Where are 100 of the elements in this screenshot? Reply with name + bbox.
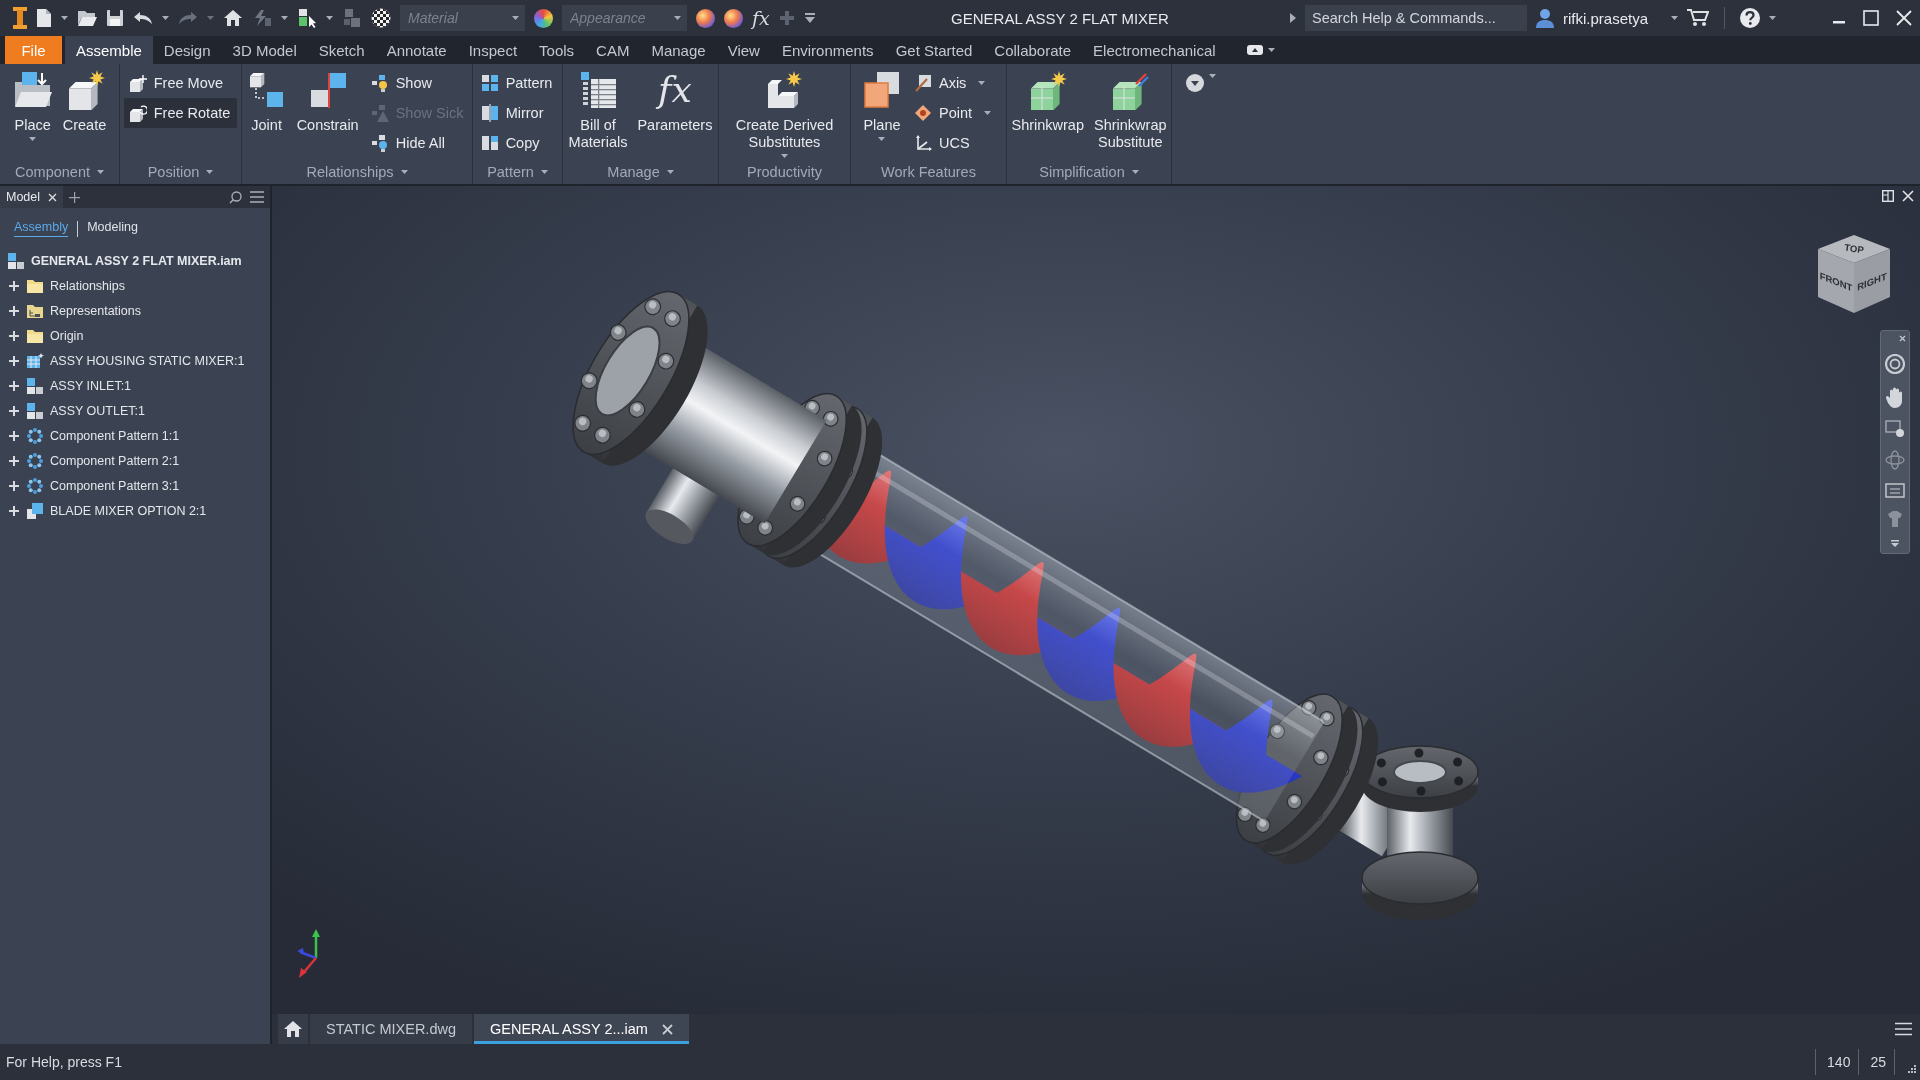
expand-icon[interactable] <box>8 429 20 442</box>
expand-icon[interactable] <box>8 379 20 392</box>
search-field[interactable]: Search Help & Commands... <box>1305 5 1527 31</box>
expand-icon[interactable] <box>8 479 20 492</box>
panel-title[interactable]: Relationships <box>242 160 472 184</box>
tree-item-label[interactable]: Component Pattern 1:1 <box>50 428 180 443</box>
search-icon[interactable] <box>229 190 242 204</box>
ribbon-tool-button[interactable]: Shrinkwrap <box>1008 68 1087 134</box>
expand-icon[interactable] <box>8 454 20 467</box>
material-dropdown[interactable]: Material <box>400 5 525 31</box>
color-sphere-icon[interactable] <box>724 8 743 28</box>
tree-item-label[interactable]: ASSY OUTLET:1 <box>50 403 145 418</box>
ribbon-tab[interactable]: Collaborate <box>983 36 1083 64</box>
rings-icon[interactable] <box>1885 354 1905 374</box>
ribbon-tab[interactable]: Get Started <box>884 36 984 64</box>
ribbon-tab[interactable]: View <box>716 36 771 64</box>
select-cursor-icon[interactable] <box>297 8 317 28</box>
help-icon[interactable] <box>1740 8 1761 28</box>
ribbon-tool-button[interactable]: Place <box>9 68 56 141</box>
caret-icon[interactable] <box>674 16 681 20</box>
tree-item-label[interactable]: ASSY HOUSING STATIC MIXER:1 <box>50 353 245 368</box>
tree-item-label[interactable]: Relationships <box>50 278 126 293</box>
ribbon-tab[interactable]: Manage <box>640 36 717 64</box>
restore-window-icon[interactable] <box>1882 190 1894 202</box>
customize-menu-icon[interactable] <box>803 12 816 24</box>
redo-icon[interactable] <box>178 11 198 25</box>
ribbon-tool-button[interactable]: Plane <box>858 68 905 141</box>
ribbon-tab[interactable]: Design <box>152 36 222 64</box>
expand-icon[interactable] <box>8 504 20 517</box>
open-folder-icon[interactable] <box>77 9 97 27</box>
ribbon-tool-button[interactable]: Show <box>365 68 471 98</box>
ribbon-tab[interactable]: Annotate <box>375 36 458 64</box>
ribbon-tool-button[interactable]: Joint <box>243 68 290 134</box>
caret-icon[interactable] <box>1769 16 1777 20</box>
user-name[interactable]: rifki.prasetya <box>1563 9 1649 27</box>
ribbon-tab[interactable]: Electromechanical <box>1082 36 1227 64</box>
ribbon-tool-button[interactable]: Hide All <box>365 128 471 158</box>
plus-icon[interactable] <box>69 191 81 203</box>
panel-title[interactable]: Position <box>120 160 241 184</box>
expand-icon[interactable] <box>8 279 20 292</box>
close-icon[interactable] <box>1899 335 1906 342</box>
maximize-icon[interactable] <box>1863 10 1879 26</box>
ribbon-tab[interactable]: Inspect <box>457 36 529 64</box>
orbit-icon[interactable] <box>1885 450 1905 470</box>
ribbon-tool-button[interactable]: fx Parameters <box>634 68 716 134</box>
ribbon-tool-button[interactable]: UCS <box>908 128 999 158</box>
ribbon-tab[interactable]: CAM <box>585 36 641 64</box>
ribbon-tool-button[interactable]: Free Rotate <box>123 98 238 128</box>
tree-item-label[interactable]: GENERAL ASSY 2 FLAT MIXER.iam <box>31 253 242 268</box>
hand-icon[interactable] <box>1885 386 1905 408</box>
close-icon[interactable] <box>48 192 58 202</box>
caret-icon[interactable] <box>1267 48 1275 52</box>
fx-icon[interactable]: fx <box>752 8 770 28</box>
document-tab[interactable]: GENERAL ASSY 2...iam <box>474 1014 689 1044</box>
new-file-icon[interactable] <box>36 8 52 28</box>
ribbon-tool-button[interactable]: Constrain <box>293 68 362 134</box>
tree-item-label[interactable]: Representations <box>50 303 142 318</box>
ribbon-tool-button[interactable]: Mirror <box>475 98 560 128</box>
ribbon-tool-button[interactable]: Shrinkwrap Substitute <box>1091 68 1170 151</box>
customize-menu-icon[interactable] <box>1891 540 1899 547</box>
tree-item-label[interactable]: Origin <box>50 328 84 343</box>
tree-item-label[interactable]: BLADE MIXER OPTION 2:1 <box>50 503 207 518</box>
ribbon-tool-button[interactable]: Free Move <box>123 68 238 98</box>
panel-title[interactable]: Simplification <box>1007 160 1171 184</box>
ribbon-tool-button[interactable]: Pattern <box>475 68 560 98</box>
ribbon-tool-button[interactable]: Copy <box>475 128 560 158</box>
save-icon[interactable] <box>106 9 124 27</box>
ribbon-tab[interactable]: 3D Model <box>221 36 308 64</box>
tree-item-label[interactable]: Component Pattern 3:1 <box>50 478 180 493</box>
menu-icon[interactable] <box>1895 1022 1912 1036</box>
caret-icon[interactable] <box>326 16 333 20</box>
home-icon[interactable] <box>223 9 243 27</box>
ribbon-tool-button[interactable]: Bill of Materials <box>565 68 631 151</box>
toggle-pill-icon[interactable] <box>1246 45 1263 55</box>
close-icon[interactable] <box>1902 190 1914 202</box>
ribbon-tab[interactable]: Tools <box>528 36 586 64</box>
ribbon-tool-button[interactable]: Create <box>59 68 110 134</box>
undo-icon[interactable] <box>133 11 153 25</box>
document-tab[interactable]: STATIC MIXER.dwg <box>310 1014 472 1044</box>
ribbon-tab[interactable]: Assemble <box>65 36 153 64</box>
browser-view-tab[interactable]: Modeling <box>87 220 138 237</box>
panel-title[interactable]: Pattern <box>473 160 562 184</box>
tree-item-label[interactable]: Component Pattern 2:1 <box>50 453 180 468</box>
shirt-icon[interactable] <box>1886 510 1904 528</box>
cart-icon[interactable] <box>1687 9 1710 27</box>
dropdown-circle-icon[interactable] <box>1186 74 1204 92</box>
caret-icon[interactable] <box>1671 16 1679 20</box>
frame-dot-icon[interactable] <box>1885 420 1905 438</box>
checker-sphere-icon[interactable] <box>371 8 391 28</box>
browser-view-tab[interactable]: Assembly <box>14 220 69 237</box>
expand-icon[interactable] <box>8 329 20 342</box>
caret-icon[interactable] <box>61 16 68 20</box>
stacked-blocks-icon[interactable] <box>342 8 362 28</box>
expand-icon[interactable] <box>8 404 20 417</box>
browser-tab[interactable]: Model <box>0 186 64 208</box>
color-wheel-icon[interactable] <box>534 8 553 28</box>
ribbon-tool-button[interactable]: Point <box>908 98 999 128</box>
caret-icon[interactable] <box>1209 74 1216 78</box>
tree-item-label[interactable]: ASSY INLET:1 <box>50 378 132 393</box>
ribbon-tool-button[interactable]: Create Derived Substitutes <box>732 68 837 158</box>
